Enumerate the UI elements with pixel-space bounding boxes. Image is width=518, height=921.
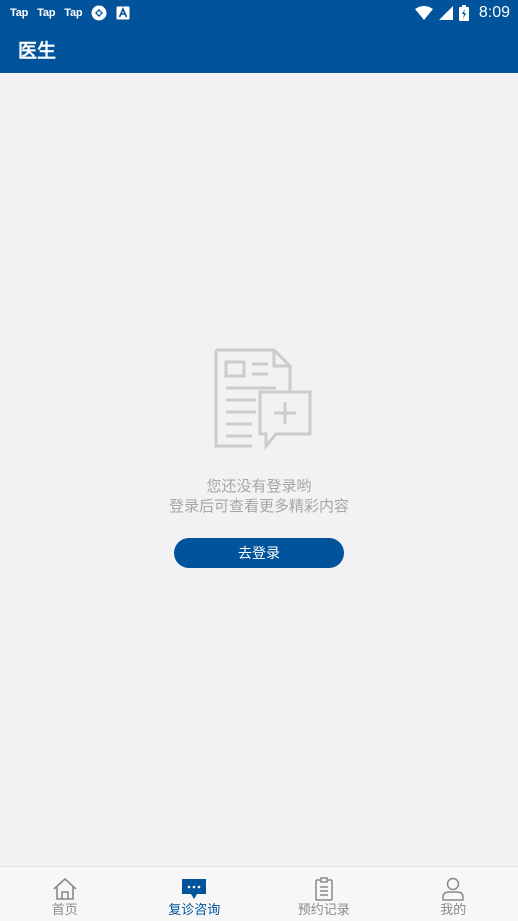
- a-notification-icon: [116, 6, 130, 20]
- status-bar: Tap Tap Tap 8:09: [0, 0, 518, 26]
- page-title: 医生: [18, 36, 56, 63]
- status-bar-system: 8:09: [415, 4, 510, 22]
- user-icon: [440, 877, 466, 901]
- clipboard-icon: [311, 877, 337, 901]
- taptap-notification-icon: Tap: [37, 7, 55, 19]
- tab-label: 首页: [52, 903, 78, 919]
- tab-label: 复诊咨询: [168, 903, 220, 919]
- status-bar-time: 8:09: [479, 4, 510, 22]
- bottom-tab-bar: 首页 复诊咨询 预约记录 我的: [0, 866, 518, 921]
- taptap-notification-icon: Tap: [64, 7, 82, 19]
- tab-label: 预约记录: [298, 903, 350, 919]
- status-bar-notifications: Tap Tap Tap: [10, 5, 130, 21]
- signal-icon: [439, 6, 453, 20]
- taptap-notification-icon: Tap: [10, 7, 28, 19]
- tab-appointment-records[interactable]: 预约记录: [259, 867, 389, 921]
- empty-state-line-2: 登录后可查看更多精彩内容: [169, 496, 349, 516]
- tab-label: 我的: [440, 903, 466, 919]
- login-button[interactable]: 去登录: [174, 538, 344, 568]
- empty-state-message: 您还没有登录哟 登录后可查看更多精彩内容: [169, 476, 349, 516]
- battery-charging-icon: [459, 5, 469, 21]
- sync-notification-icon: [91, 5, 107, 21]
- wifi-icon: [415, 6, 433, 20]
- tab-home[interactable]: 首页: [0, 867, 130, 921]
- chat-icon: [181, 877, 207, 901]
- empty-state-line-1: 您还没有登录哟: [169, 476, 349, 496]
- home-icon: [52, 877, 78, 901]
- medical-record-icon: [204, 340, 314, 458]
- tab-mine[interactable]: 我的: [389, 867, 518, 921]
- empty-state: 您还没有登录哟 登录后可查看更多精彩内容 去登录: [0, 340, 518, 568]
- tab-revisit-consult[interactable]: 复诊咨询: [130, 867, 260, 921]
- app-bar: 医生: [0, 26, 518, 73]
